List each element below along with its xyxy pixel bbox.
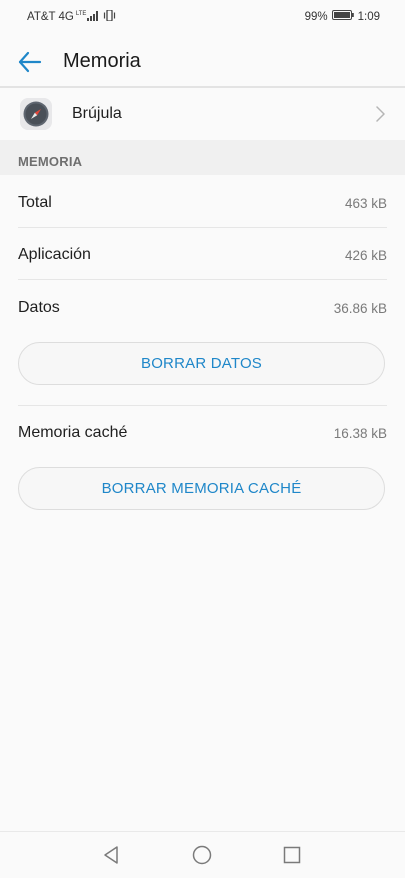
status-right: 99% 1:09 <box>305 10 380 23</box>
cache-row: Memoria caché 16.38 kB <box>0 406 405 458</box>
row-value: 463 kB <box>344 196 387 211</box>
data-size-row: Datos 36.86 kB <box>0 281 405 333</box>
row-label: Memoria caché <box>18 424 128 441</box>
row-value: 36.86 kB <box>333 301 387 316</box>
section-header: MEMORIA <box>0 140 405 175</box>
row-value: 16.38 kB <box>333 426 387 441</box>
nav-home-icon[interactable] <box>192 845 212 870</box>
compass-icon <box>20 98 52 130</box>
row-label: Datos <box>18 299 60 316</box>
total-row: Total 463 kB <box>0 176 405 228</box>
signal-icon <box>86 10 99 24</box>
system-nav-bar <box>0 831 405 878</box>
nav-recents-icon[interactable] <box>283 846 301 869</box>
network-tag: LTE <box>75 11 87 17</box>
arrow-left-icon[interactable] <box>16 48 44 76</box>
carrier-label: AT&T 4G <box>27 11 74 23</box>
storage-screen: AT&T 4G LTE 99% 1:09 Memoria Brújula MEM… <box>0 0 405 878</box>
section-title: MEMORIA <box>18 154 83 169</box>
app-bar: Memoria <box>0 34 405 86</box>
page-title: Memoria <box>63 50 141 72</box>
nav-back-icon[interactable] <box>101 845 121 870</box>
app-size-row: Aplicación 426 kB <box>0 228 405 280</box>
chevron-right-icon <box>376 106 385 127</box>
row-label: Aplicación <box>18 246 91 263</box>
vibrate-icon <box>103 9 116 24</box>
row-value: 426 kB <box>344 248 387 263</box>
clear-data-button[interactable]: BORRAR DATOS <box>18 342 385 385</box>
battery-percent: 99% <box>304 10 328 23</box>
status-bar: AT&T 4G LTE 99% 1:09 <box>0 0 405 34</box>
clock: 1:09 <box>357 10 380 23</box>
row-label: Total <box>18 194 52 211</box>
app-name: Brújula <box>72 105 122 122</box>
status-left: AT&T 4G LTE <box>27 9 116 24</box>
row-divider <box>18 279 387 280</box>
battery-icon <box>331 10 354 23</box>
clear-cache-button[interactable]: BORRAR MEMORIA CACHÉ <box>18 467 385 510</box>
app-info-row[interactable]: Brújula <box>0 88 405 140</box>
